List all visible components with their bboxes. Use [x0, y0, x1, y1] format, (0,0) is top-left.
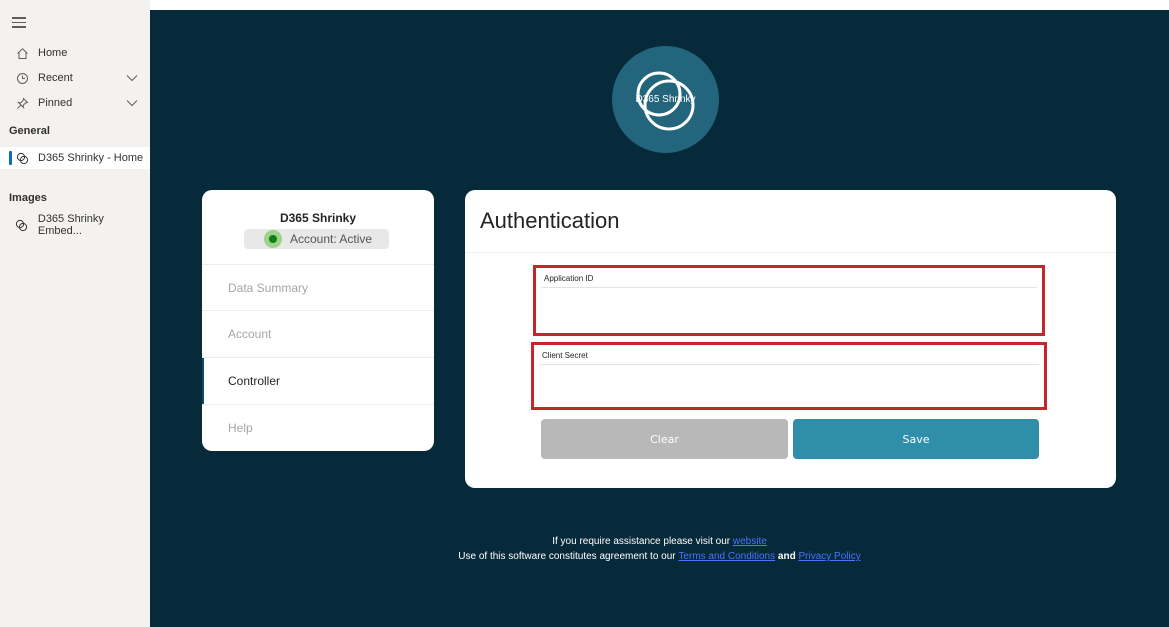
app-name: D365 Shrinky — [279, 211, 357, 225]
authentication-card: Authentication Application ID Client Sec… — [465, 190, 1116, 488]
menu-item-help[interactable]: Help — [202, 404, 434, 450]
chevron-down-icon[interactable] — [126, 98, 138, 110]
navigation-sidebar: Home Recent Pinned General D365 Shrinky … — [0, 0, 150, 627]
page-title: Authentication — [480, 208, 620, 233]
sidebar-item-shrinky-embed[interactable]: D365 Shrinky Embed... — [0, 213, 150, 237]
chevron-down-icon[interactable] — [126, 73, 138, 85]
sidebar-item-label: D365 Shrinky Embed... — [37, 213, 104, 237]
shrinky-app-icon — [15, 151, 29, 165]
save-button[interactable]: Save — [793, 419, 1039, 459]
shrinky-logo: D365 Shrinky — [612, 46, 719, 153]
client-secret-field-group: Client Secret — [531, 342, 1047, 410]
clock-icon — [15, 71, 29, 85]
footer-text: If you require assistance please visit o… — [552, 536, 731, 547]
menu-item-label: Controller — [228, 374, 281, 388]
menu-item-controller[interactable]: Controller — [202, 357, 434, 404]
app-main-area: D365 Shrinky D365 Shrinky Account: Activ… — [150, 10, 1169, 627]
profile-card: D365 Shrinky Account: Active Data Summar… — [202, 190, 434, 451]
sidebar-item-label: Recent — [38, 72, 73, 84]
status-active-icon — [264, 230, 282, 248]
footer-text: Use of this software constitutes agreeme… — [458, 551, 676, 562]
client-secret-field[interactable] — [539, 364, 1039, 402]
client-secret-label: Client Secret — [542, 351, 588, 360]
footer-assistance-line: If you require assistance please visit o… — [150, 536, 1169, 547]
footer-terms-line: Use of this software constitutes agreeme… — [150, 551, 1169, 562]
footer-and-text: and — [777, 551, 796, 562]
sidebar-item-label: D365 Shrinky - Home — [38, 152, 144, 164]
home-icon — [15, 46, 29, 60]
website-link[interactable]: website — [733, 536, 767, 547]
logo-text: D365 Shrinky — [635, 94, 696, 105]
shrinky-app-icon — [15, 218, 29, 232]
status-text: Account: Active — [290, 232, 373, 246]
sidebar-item-label: Pinned — [38, 97, 73, 109]
section-heading-general: General — [9, 125, 50, 137]
clear-button[interactable]: Clear — [541, 419, 788, 459]
active-indicator — [202, 358, 204, 404]
terms-link[interactable]: Terms and Conditions — [678, 551, 775, 562]
menu-item-data-summary[interactable]: Data Summary — [202, 264, 434, 310]
privacy-policy-link[interactable]: Privacy Policy — [798, 551, 860, 562]
divider — [465, 252, 1116, 253]
sidebar-item-shrinky-home[interactable]: D365 Shrinky - Home — [0, 147, 150, 169]
hamburger-icon[interactable] — [12, 17, 26, 29]
application-id-label: Application ID — [544, 274, 594, 283]
menu-item-account[interactable]: Account — [202, 310, 434, 356]
pin-icon — [15, 96, 29, 110]
sidebar-item-label: Home — [38, 47, 68, 59]
account-status-badge: Account: Active — [244, 229, 389, 249]
application-id-field-group: Application ID — [533, 265, 1045, 336]
active-indicator — [9, 151, 12, 165]
application-id-field[interactable] — [541, 287, 1037, 325]
sidebar-item-recent[interactable]: Recent — [0, 67, 150, 89]
sidebar-item-home[interactable]: Home — [0, 42, 150, 64]
sidebar-item-pinned[interactable]: Pinned — [0, 92, 150, 114]
section-heading-images: Images — [9, 192, 47, 204]
